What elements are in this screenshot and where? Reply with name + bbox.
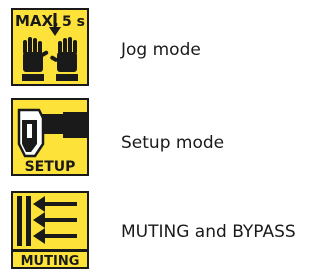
mode-label-muting: MUTING and BYPASS — [121, 222, 296, 242]
icon-text-time: 5 s — [62, 14, 85, 30]
two-hand-jog-icon: MAX. 5 s — [11, 8, 89, 86]
handheld-enabling-device-icon: SETUP — [11, 98, 89, 176]
icon-text-setup: SETUP — [25, 159, 76, 174]
mode-label-setup: Setup mode — [121, 133, 225, 153]
icon-text-muting: MUTING — [21, 254, 80, 267]
mode-item-jog: MAX. 5 s Jog mode — [0, 0, 333, 90]
mode-label-jog: Jog mode — [121, 40, 201, 60]
mode-item-setup: SETUP Setup mode — [0, 90, 333, 182]
mode-item-muting: MUTING MUTING and BYPASS — [0, 182, 333, 271]
muting-arrows-icon: MUTING — [11, 191, 89, 269]
